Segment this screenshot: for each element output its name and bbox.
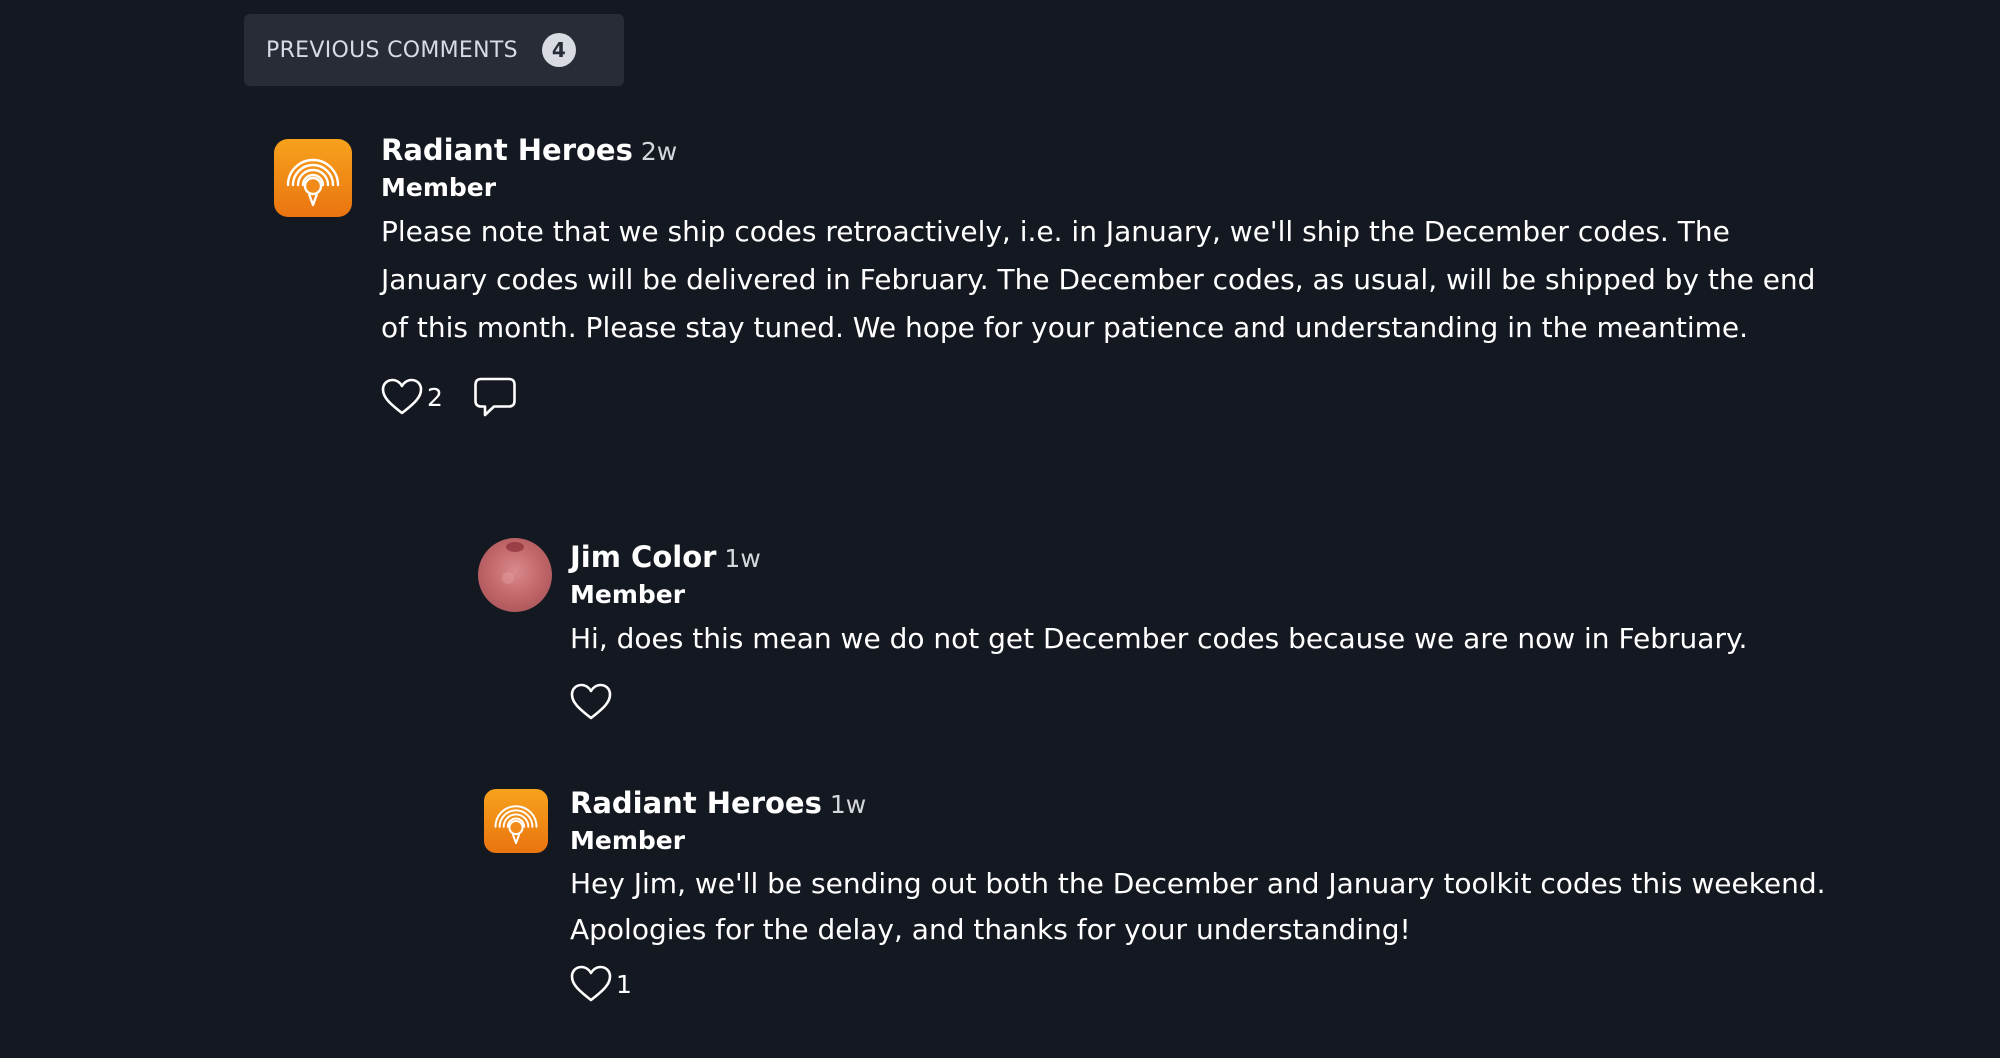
like-button[interactable]: 1 <box>570 965 632 1003</box>
like-button[interactable] <box>570 683 612 721</box>
comment-author-role: Member <box>570 826 686 855</box>
heart-icon <box>570 965 612 1002</box>
user-photo-icon <box>478 538 552 612</box>
comment-author[interactable]: Radiant Heroes <box>570 786 822 820</box>
avatar[interactable] <box>484 789 548 853</box>
speech-bubble-icon <box>474 377 516 417</box>
reply-button[interactable] <box>473 376 517 418</box>
avatar[interactable] <box>478 538 552 612</box>
heart-icon <box>381 378 423 415</box>
radiant-heroes-logo-icon <box>484 789 548 853</box>
previous-comments-count-badge: 4 <box>541 33 576 67</box>
comment-timestamp: 1w <box>829 790 867 819</box>
previous-comments-label: PREVIOUS COMMENTS <box>266 37 518 63</box>
heart-icon <box>570 683 612 720</box>
avatar[interactable] <box>274 139 352 217</box>
comment-timestamp: 1w <box>724 544 761 573</box>
comment-text: Hi, does this mean we do not get Decembe… <box>570 622 1748 655</box>
comment-author[interactable]: Jim Color <box>570 540 716 574</box>
comment-actions: 2 <box>381 376 1831 418</box>
comment-actions: 1 <box>570 965 1830 1003</box>
like-button[interactable]: 2 <box>381 378 443 416</box>
radiant-heroes-logo-icon <box>274 139 352 217</box>
comment-text: Hey Jim, we'll be sending out both the D… <box>570 867 1826 946</box>
like-count: 1 <box>616 969 632 999</box>
comment-author-role: Member <box>381 173 497 202</box>
comment-actions <box>570 683 1830 721</box>
comment-timestamp: 2w <box>640 137 678 166</box>
comment-text: Please note that we ship codes retroacti… <box>381 215 1816 344</box>
previous-comments-button[interactable]: PREVIOUS COMMENTS 4 <box>244 14 624 86</box>
like-count: 2 <box>427 382 443 412</box>
comment-author[interactable]: Radiant Heroes <box>381 133 633 167</box>
comment-author-role: Member <box>570 580 686 609</box>
